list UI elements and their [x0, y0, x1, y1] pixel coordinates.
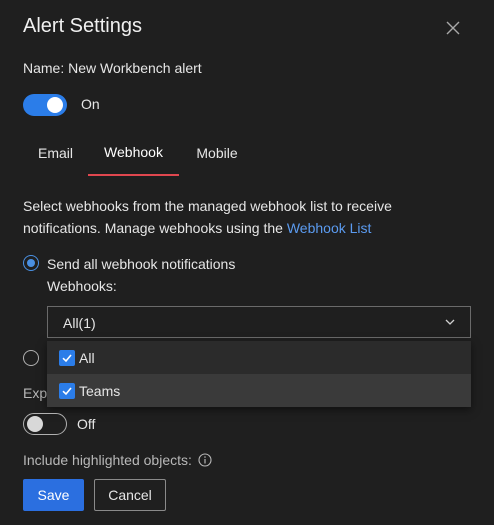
webhooks-select[interactable]: All(1)	[47, 306, 471, 338]
enabled-toggle-label: On	[81, 96, 100, 112]
webhook-description: Select webhooks from the managed webhook…	[23, 195, 443, 239]
expand-toggle[interactable]	[23, 413, 67, 435]
include-highlighted-row: Include highlighted objects:	[23, 452, 212, 468]
toggle-knob	[27, 416, 43, 432]
expand-toggle-label: Off	[77, 416, 96, 432]
send-all-label: Send all webhook notifications	[47, 256, 236, 272]
option-label: All	[79, 349, 95, 366]
tab-email[interactable]: Email	[23, 130, 88, 176]
alert-settings-dialog: Alert Settings Name: New Workbench alert…	[0, 0, 494, 525]
dialog-title: Alert Settings	[23, 15, 142, 37]
toggle-knob	[47, 97, 63, 113]
save-button[interactable]: Save	[23, 479, 84, 511]
send-all-radio[interactable]	[23, 255, 39, 271]
checkmark-icon	[62, 386, 72, 395]
chevron-down-icon	[445, 319, 455, 325]
all-checkbox[interactable]	[59, 349, 75, 366]
webhooks-select-value: All(1)	[63, 315, 96, 331]
webhooks-dropdown: All Teams	[47, 341, 471, 407]
tab-mobile[interactable]: Mobile	[179, 130, 255, 176]
enabled-toggle[interactable]	[23, 94, 67, 116]
checkmark-icon	[62, 353, 72, 362]
dropdown-option-all[interactable]: All	[47, 341, 471, 374]
info-icon[interactable]	[198, 453, 212, 467]
tab-bar: Email Webhook Mobile	[23, 130, 471, 178]
include-highlighted-label: Include highlighted objects:	[23, 452, 192, 468]
dropdown-option-teams[interactable]: Teams	[47, 374, 471, 407]
close-icon	[446, 21, 460, 35]
tab-webhook[interactable]: Webhook	[88, 130, 179, 176]
cancel-button[interactable]: Cancel	[94, 479, 166, 511]
webhook-list-link[interactable]: Webhook List	[287, 220, 372, 236]
alert-name: Name: New Workbench alert	[23, 60, 202, 76]
close-button[interactable]	[442, 17, 464, 39]
webhooks-label: Webhooks:	[47, 278, 117, 294]
teams-checkbox[interactable]	[59, 382, 75, 399]
select-specific-radio[interactable]	[23, 350, 39, 366]
option-label: Teams	[79, 382, 121, 399]
